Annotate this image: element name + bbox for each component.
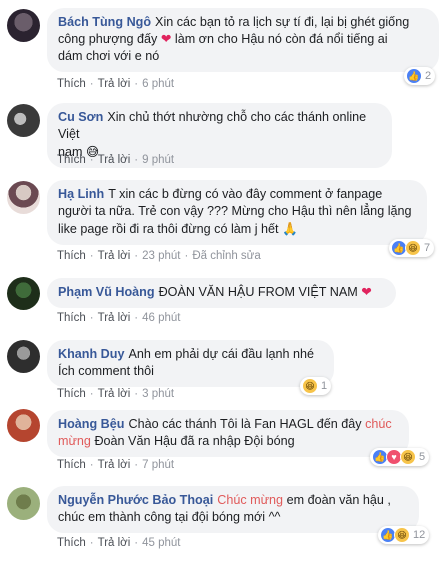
commenter-name[interactable]: Cu Sơn bbox=[58, 110, 103, 124]
reaction-summary[interactable]: 👍 😆 7 bbox=[389, 239, 435, 257]
highlighted-text: Chúc mừng bbox=[217, 493, 284, 507]
like-link[interactable]: Thích bbox=[57, 250, 86, 262]
comment-actions: Thích · Trả lời · 7 phút bbox=[57, 459, 175, 471]
haha-icon: 😆 bbox=[394, 527, 410, 543]
reaction-summary[interactable]: 👍 😆 12 bbox=[378, 526, 430, 544]
like-link[interactable]: Thích bbox=[57, 537, 86, 549]
praying-hands-emoji: 🙏 bbox=[282, 221, 298, 236]
comment-text: ĐOÀN VĂN HẬU FROM VIỆT NAM bbox=[158, 285, 358, 299]
avatar[interactable] bbox=[7, 181, 40, 214]
comment-text: Ích comment thôi bbox=[58, 364, 154, 378]
heart-icon: ❤ bbox=[160, 32, 172, 46]
like-link[interactable]: Thích bbox=[57, 459, 86, 471]
comment-text: like page rồi đi ra thôi đừng có làm j h… bbox=[58, 222, 279, 236]
comment-text: chúc em thành công tại đội bóng mới ^^ bbox=[58, 510, 281, 524]
timestamp[interactable]: 9 phút bbox=[142, 154, 174, 166]
commenter-name[interactable]: Nguyễn Phước Bảo Thoại bbox=[58, 493, 213, 507]
comment-text: T xin các b đừng có vào đây comment ở fa… bbox=[108, 187, 383, 201]
comment-text: dám chơi với e nó bbox=[58, 49, 160, 63]
comment-bubble: Hoàng Bệu Chào các thánh Tôi là Fan HAGL … bbox=[47, 410, 409, 457]
avatar[interactable] bbox=[7, 277, 40, 310]
avatar[interactable] bbox=[7, 487, 40, 520]
like-link[interactable]: Thích bbox=[57, 154, 86, 166]
comment-text: Đoàn Văn Hậu đã ra nhập Đội bóng bbox=[94, 434, 295, 448]
comment-actions: Thích · Trả lời · 9 phút bbox=[57, 154, 175, 166]
reply-link[interactable]: Trả lời bbox=[98, 537, 131, 549]
commenter-name[interactable]: Hạ Linh bbox=[58, 187, 104, 201]
comment-actions: Thích · Trả lời · 45 phút bbox=[57, 537, 181, 549]
commenter-name[interactable]: Bách Tùng Ngô bbox=[58, 15, 151, 29]
haha-icon: 😆 bbox=[302, 378, 318, 394]
reply-link[interactable]: Trả lời bbox=[98, 78, 131, 90]
comment-bubble: Phạm Vũ Hoàng ĐOÀN VĂN HẬU FROM VIỆT NAM … bbox=[47, 278, 396, 308]
like-link[interactable]: Thích bbox=[57, 312, 86, 324]
reply-link[interactable]: Trả lời bbox=[98, 388, 131, 400]
comment-bubble: Nguyễn Phước Bảo Thoại Chúc mừng em đoàn … bbox=[47, 486, 419, 533]
comment-bubble: Khanh Duy Anh em phải dự cái đầu lạnh nhé… bbox=[47, 340, 334, 387]
comment-text: em đoàn văn hậu , bbox=[286, 493, 391, 507]
commenter-name[interactable]: Khanh Duy bbox=[58, 347, 124, 361]
like-link[interactable]: Thích bbox=[57, 388, 86, 400]
haha-icon: 😆 bbox=[405, 240, 421, 256]
comment-actions: Thích · Trả lời · 46 phút bbox=[57, 312, 181, 324]
reaction-count: 2 bbox=[425, 70, 432, 82]
timestamp[interactable]: 45 phút bbox=[142, 537, 180, 549]
reaction-count: 1 bbox=[321, 380, 328, 392]
reply-link[interactable]: Trả lời bbox=[98, 250, 131, 262]
comment-text: Chào các thánh Tôi là Fan HAGL đến đây bbox=[128, 417, 362, 431]
haha-icon: 😆 bbox=[400, 449, 416, 465]
timestamp[interactable]: 6 phút bbox=[142, 78, 174, 90]
reply-link[interactable]: Trả lời bbox=[98, 154, 131, 166]
comment-text: Anh em phải dự cái đầu lạnh nhé bbox=[128, 347, 315, 361]
reaction-summary[interactable]: 😆 1 bbox=[300, 377, 332, 395]
comment-bubble: Bách Tùng Ngô Xin các bạn tỏ ra lịch sự t… bbox=[47, 8, 439, 72]
reaction-count: 12 bbox=[413, 529, 426, 541]
like-link[interactable]: Thích bbox=[57, 78, 86, 90]
timestamp[interactable]: 46 phút bbox=[142, 312, 180, 324]
comment-text: công phượng đấy bbox=[58, 32, 158, 46]
avatar[interactable] bbox=[7, 409, 40, 442]
timestamp[interactable]: 23 phút bbox=[142, 250, 180, 262]
comment-text: Xin chủ thớt nhường chỗ cho các thánh on… bbox=[58, 110, 367, 141]
reply-link[interactable]: Trả lời bbox=[98, 459, 131, 471]
reply-link[interactable]: Trả lời bbox=[98, 312, 131, 324]
heart-icon: ❤ bbox=[361, 285, 372, 299]
timestamp[interactable]: 3 phút bbox=[142, 388, 174, 400]
reaction-summary[interactable]: 👍 ♥ 😆 5 bbox=[370, 448, 430, 466]
avatar[interactable] bbox=[7, 104, 40, 137]
commenter-name[interactable]: Hoàng Bệu bbox=[58, 417, 124, 431]
comment-text: người ta nữa. Trẻ con vậy ??? Mừng cho H… bbox=[58, 204, 412, 218]
avatar[interactable] bbox=[7, 340, 40, 373]
reaction-count: 5 bbox=[419, 451, 426, 463]
comment-actions: Thích · Trả lời · 23 phút · Đã chỉnh sửa bbox=[57, 250, 261, 262]
avatar[interactable] bbox=[7, 9, 40, 42]
reaction-summary[interactable]: 👍 2 bbox=[404, 67, 436, 85]
edited-label[interactable]: Đã chỉnh sửa bbox=[192, 250, 260, 262]
comment-actions: Thích · Trả lời · 6 phút bbox=[57, 78, 175, 90]
timestamp[interactable]: 7 phút bbox=[142, 459, 174, 471]
comment-text: làm ơn cho Hậu nó còn đá nổi tiếng ai bbox=[174, 32, 388, 46]
commenter-name[interactable]: Phạm Vũ Hoàng bbox=[58, 285, 155, 299]
like-icon: 👍 bbox=[406, 68, 422, 84]
reaction-count: 7 bbox=[424, 242, 431, 254]
comment-actions: Thích · Trả lời · 3 phút bbox=[57, 388, 175, 400]
comment-bubble: Hạ Linh T xin các b đừng có vào đây comme… bbox=[47, 180, 427, 245]
comment-text: Xin các bạn tỏ ra lịch sự tí đi, lại bị … bbox=[155, 15, 410, 29]
